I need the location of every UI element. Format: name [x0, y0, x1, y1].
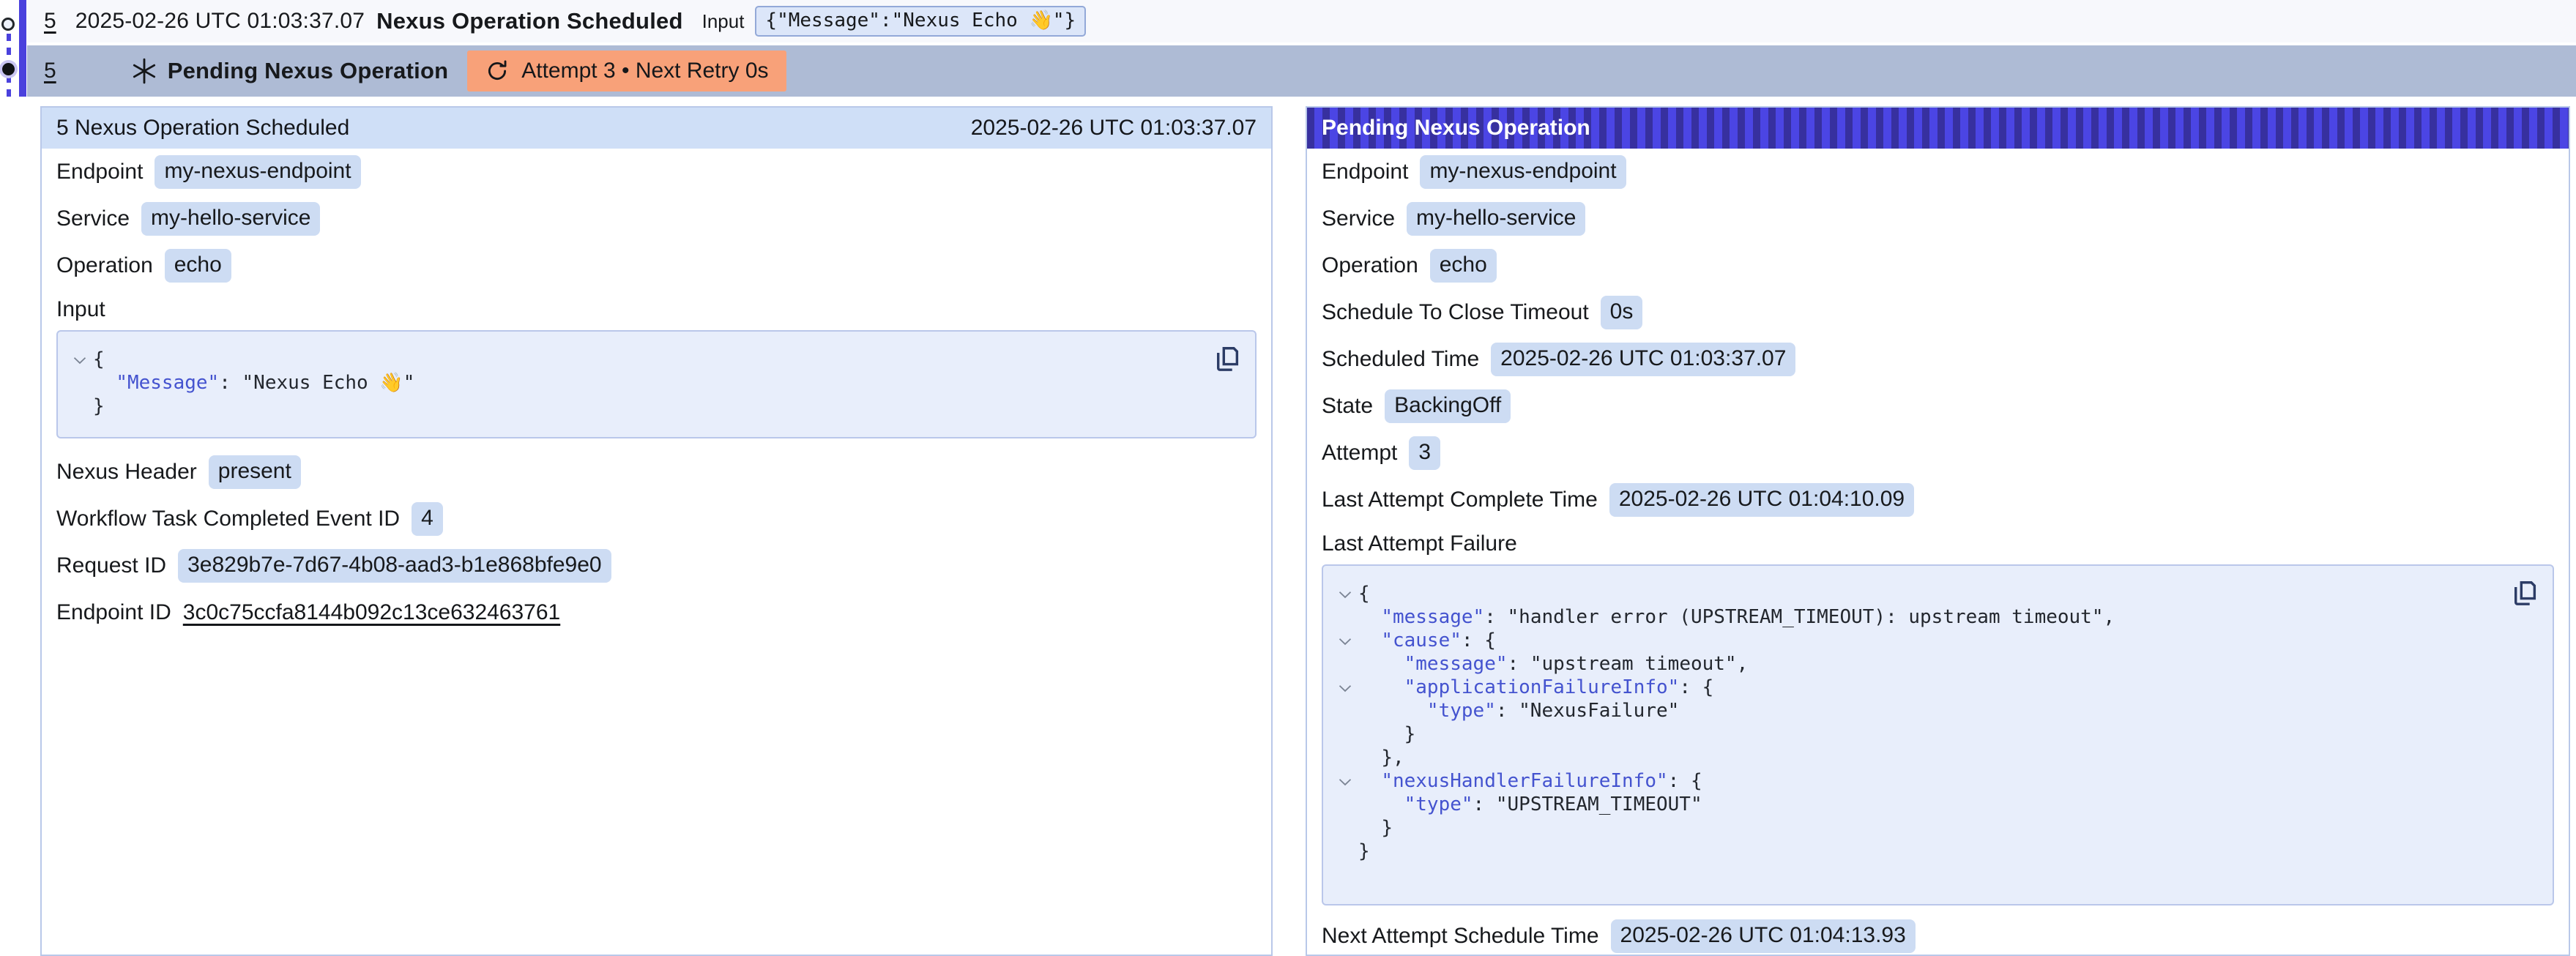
- field-scheduled-time: Scheduled Time 2025-02-26 UTC 01:03:37.0…: [1322, 343, 2554, 376]
- operation-value-badge: echo: [1430, 249, 1497, 283]
- json-line: "Message": "Nexus Echo 👋": [67, 371, 1204, 395]
- input-json-viewer: { "Message": "Nexus Echo 👋" }: [56, 330, 1257, 438]
- json-line: {: [1332, 582, 2501, 605]
- field-service: Service my-hello-service: [56, 203, 1257, 235]
- event-row-nexus-operation-scheduled[interactable]: 5 2025-02-26 UTC 01:03:37.07 Nexus Opera…: [27, 0, 2576, 42]
- retry-status-badge: Attempt 3 • Next Retry 0s: [467, 51, 786, 92]
- json-line: "nexusHandlerFailureInfo": {: [1332, 769, 2501, 793]
- collapse-caret-icon[interactable]: [1339, 777, 1352, 790]
- field-wft-completed-event-id: Workflow Task Completed Event ID 4: [56, 503, 1257, 535]
- timeline-active-bar: [19, 0, 26, 97]
- scheduled-time-badge: 2025-02-26 UTC 01:03:37.07: [1491, 343, 1795, 376]
- json-line: "message": "handler error (UPSTREAM_TIME…: [1332, 605, 2501, 629]
- json-line: },: [1332, 746, 2501, 769]
- endpoint-value-badge: my-nexus-endpoint: [1420, 155, 1626, 189]
- field-last-attempt-complete-time: Last Attempt Complete Time 2025-02-26 UT…: [1322, 484, 2554, 516]
- schedule-to-close-timeout-badge: 0s: [1601, 296, 1643, 329]
- copy-icon[interactable]: [1214, 343, 1242, 374]
- request-id-badge: 3e829b7e-7d67-4b08-aad3-b1e868bfe9e0: [178, 549, 611, 583]
- event-detail-header: 5 Nexus Operation Scheduled 2025-02-26 U…: [42, 108, 1271, 149]
- json-line: }: [67, 395, 1204, 418]
- last-attempt-complete-time-badge: 2025-02-26 UTC 01:04:10.09: [1609, 483, 1914, 517]
- json-line: }: [1332, 722, 2501, 746]
- event-history-view: 5 2025-02-26 UTC 01:03:37.07 Nexus Opera…: [0, 0, 2576, 956]
- field-attempt: Attempt 3: [1322, 437, 2554, 469]
- collapse-caret-icon[interactable]: [73, 355, 86, 368]
- attempt-badge: 3: [1409, 436, 1440, 470]
- nexus-asterisk-icon: [130, 56, 159, 86]
- event-detail-panel: 5 Nexus Operation Scheduled 2025-02-26 U…: [40, 106, 1273, 956]
- endpoint-value-badge: my-nexus-endpoint: [155, 155, 360, 189]
- field-endpoint: Endpoint my-nexus-endpoint: [1322, 156, 2554, 188]
- field-operation: Operation echo: [56, 250, 1257, 282]
- failure-json-viewer: { "message": "handler error (UPSTREAM_TI…: [1322, 564, 2554, 905]
- json-line: }: [1332, 816, 2501, 840]
- service-value-badge: my-hello-service: [1407, 202, 1585, 236]
- field-schedule-to-close-timeout: Schedule To Close Timeout 0s: [1322, 296, 2554, 329]
- event-timestamp: 2025-02-26 UTC 01:03:37.07: [75, 9, 365, 34]
- retry-text: Attempt 3 • Next Retry 0s: [521, 59, 768, 83]
- last-attempt-failure-label: Last Attempt Failure: [1322, 531, 2554, 557]
- field-nexus-header: Nexus Header present: [56, 456, 1257, 488]
- event-detail-timestamp: 2025-02-26 UTC 01:03:37.07: [971, 116, 1257, 141]
- json-line: "type": "NexusFailure": [1332, 699, 2501, 722]
- event-input-chip[interactable]: {"Message":"Nexus Echo 👋"}: [755, 6, 1086, 37]
- field-state: State BackingOff: [1322, 390, 2554, 422]
- nexus-header-value-badge: present: [209, 455, 301, 489]
- timeline-node-current-icon: [2, 63, 15, 75]
- collapse-caret-icon[interactable]: [1339, 683, 1352, 696]
- event-id-link[interactable]: 5: [44, 9, 56, 34]
- field-endpoint-id: Endpoint ID 3c0c75ccfa8144b092c13ce63246…: [56, 597, 1257, 629]
- json-line: }: [1332, 840, 2501, 863]
- json-line: "applicationFailureInfo": {: [1332, 676, 2501, 699]
- pending-title: Pending Nexus Operation: [168, 58, 449, 84]
- operation-value-badge: echo: [165, 249, 231, 283]
- field-service: Service my-hello-service: [1322, 203, 2554, 235]
- json-line: "message": "upstream timeout",: [1332, 652, 2501, 676]
- input-section-label: Input: [56, 296, 1257, 323]
- pending-panel-title: Pending Nexus Operation: [1322, 116, 1590, 141]
- state-badge: BackingOff: [1385, 389, 1511, 423]
- endpoint-id-link[interactable]: 3c0c75ccfa8144b092c13ce632463761: [183, 600, 560, 625]
- json-line: "type": "UPSTREAM_TIMEOUT": [1332, 793, 2501, 816]
- wft-event-id-badge: 4: [412, 502, 443, 536]
- collapse-caret-icon[interactable]: [1339, 589, 1352, 602]
- service-value-badge: my-hello-service: [141, 202, 320, 236]
- collapse-caret-icon[interactable]: [1339, 636, 1352, 649]
- next-attempt-schedule-time-badge: 2025-02-26 UTC 01:04:13.93: [1611, 919, 1916, 953]
- pending-id-link[interactable]: 5: [44, 59, 56, 83]
- field-next-attempt-schedule-time: Next Attempt Schedule Time 2025-02-26 UT…: [1322, 920, 2554, 952]
- field-operation: Operation echo: [1322, 250, 2554, 282]
- event-title: Nexus Operation Scheduled: [376, 8, 682, 34]
- field-request-id: Request ID 3e829b7e-7d67-4b08-aad3-b1e86…: [56, 550, 1257, 582]
- pending-operation-row[interactable]: 5 Pending Nexus Operation Attempt 3 • Ne…: [27, 45, 2576, 97]
- timeline-node-open-icon: [1, 18, 15, 31]
- retry-icon: [485, 59, 510, 83]
- pending-operation-panel: Pending Nexus Operation Endpoint my-nexu…: [1306, 106, 2570, 956]
- pending-panel-header: Pending Nexus Operation: [1307, 108, 2569, 149]
- json-line: "cause": {: [1332, 629, 2501, 652]
- event-detail-title: 5 Nexus Operation Scheduled: [56, 116, 349, 141]
- field-endpoint: Endpoint my-nexus-endpoint: [56, 156, 1257, 188]
- json-line: {: [67, 348, 1204, 371]
- copy-icon[interactable]: [2512, 578, 2539, 608]
- event-input-label: Input: [702, 10, 745, 33]
